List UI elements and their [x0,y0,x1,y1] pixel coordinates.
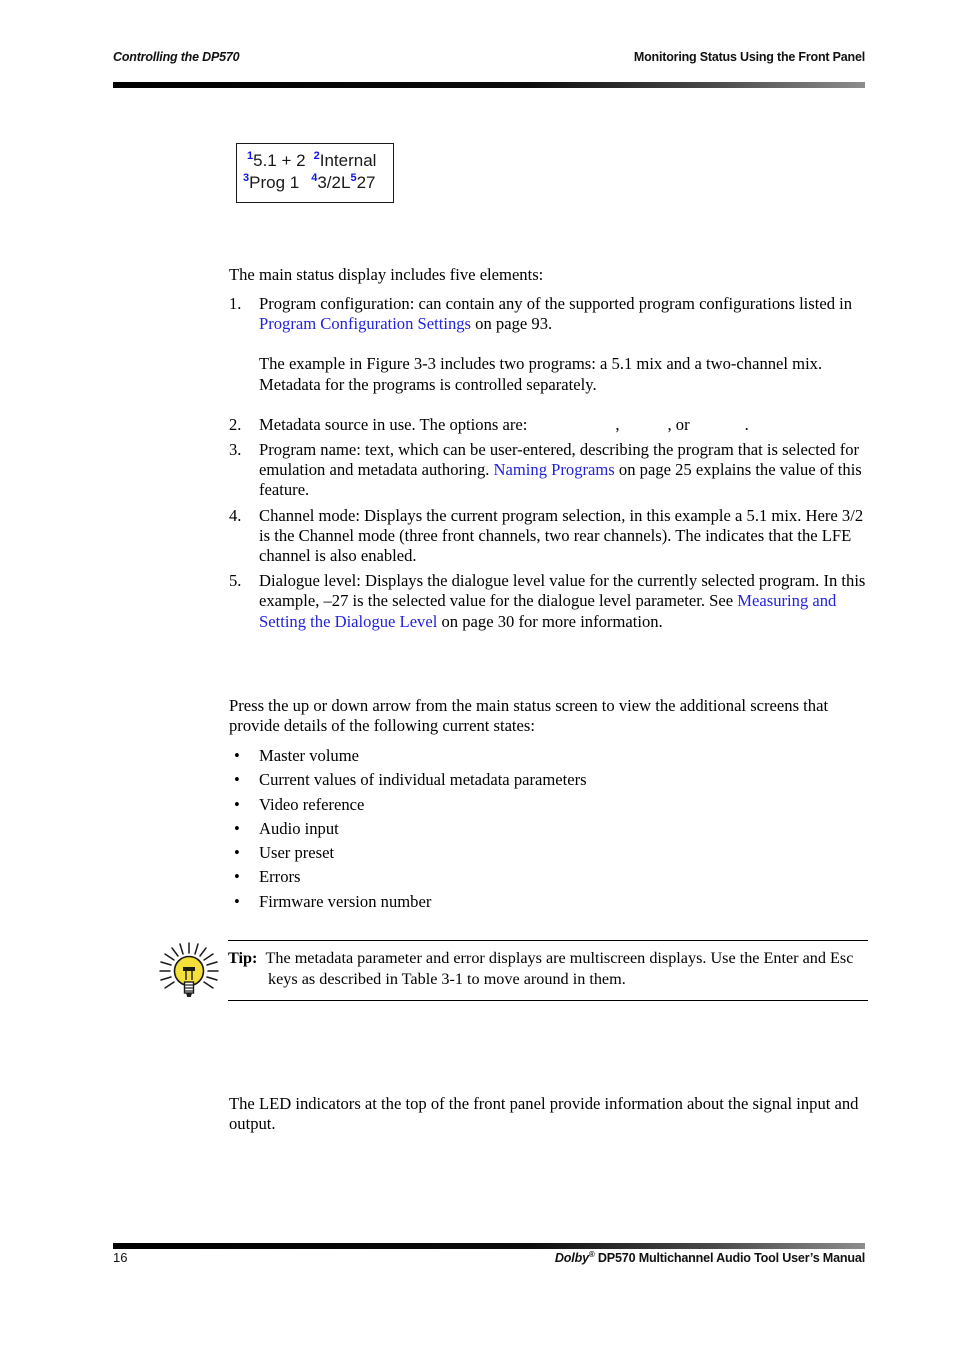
list-item-4: 4. Channel mode: Displays the current pro… [229,506,874,567]
list-item-2-separator-2: , or [667,414,690,434]
lcd-dialogue-level: 27 [356,173,376,192]
section-heading-additional-screens [229,648,874,670]
running-head: Controlling the DP570 Monitoring Status … [113,50,865,70]
footer-rule [113,1243,865,1249]
lcd-metadata-source: Internal [319,151,377,170]
lcd-line-1: 15.1 + 2 2Internal [247,151,376,171]
tip-callout: Tip: The metadata parameter and error di… [156,938,868,1006]
list-item-1-number: 1. [229,294,242,313]
bullet-icon: • [234,843,240,863]
running-head-left: Controlling the DP570 [113,50,240,64]
states-bullet-list: • Master volume • Current values of indivi… [229,744,729,914]
link-program-configuration-settings[interactable]: Program Configuration Settings [259,314,471,333]
list-item-5-number: 5. [229,571,242,591]
list-item: • Current values of individual metadata p… [229,768,729,792]
tip-text-block: Tip: The metadata parameter and error di… [228,948,864,990]
list-item: • Master volume [229,744,729,768]
led-indicators-paragraph: The LED indicators at the top of the fro… [229,1094,859,1134]
figure-main-status-display: 15.1 + 2 2Internal 3Prog 1 43/2L527 [236,143,394,203]
bullet-icon: • [234,746,240,765]
list-item-3-number: 3. [229,440,242,460]
section-heading-led-indicators [229,1040,874,1062]
footer-title: Dolby® DP570 Multichannel Audio Tool Use… [554,1251,865,1266]
lightbulb-icon [156,940,222,1002]
bullet-label: Master volume [259,746,360,765]
list-item: • Firmware version number [229,890,729,914]
bullet-icon: • [234,794,240,814]
running-head-right: Monitoring Status Using the Front Panel [633,50,865,64]
tip-rule-top [228,940,868,942]
list-item-5-text-after: on page 30 for more information. [437,611,663,631]
lead-in-paragraph: The main status display includes five el… [229,265,544,284]
list-item-1-text-after: on page 93. [471,314,553,334]
document-page: Controlling the DP570 Monitoring Status … [0,0,954,1350]
list-item: • Errors [229,865,729,889]
list-item-5: 5. Dialogue level: Displays the dialogue … [229,571,874,632]
list-item-4-number: 4. [229,505,242,525]
list-item-2-separator-1: , [615,414,620,434]
footer-title-text: DP570 Multichannel Audio Tool User’s Man… [594,1251,865,1265]
tip-label: Tip: [228,949,258,967]
lcd-program-name: Prog 1 [249,173,300,192]
list-item-2-number: 2. [229,414,242,434]
bullet-icon: • [234,818,240,838]
bullet-label: Firmware version number [259,891,432,911]
tip-body: Tip: The metadata parameter and error di… [228,948,864,990]
page-footer: 16 Dolby® DP570 Multichannel Audio Tool … [113,1250,865,1270]
header-rule [113,82,865,88]
list-item: • User preset [229,841,729,865]
footer-brand: Dolby [554,1251,589,1265]
bullet-icon: • [234,891,240,911]
bullet-label: Audio input [259,818,339,838]
list-item-1-subparagraph: The example in Figure 3-3 includes two p… [259,354,823,394]
list-item-1: 1. Program configuration: can contain any… [229,294,874,334]
bullet-icon: • [234,867,240,887]
list-item-1-text-before: Program configuration: can contain any o… [259,294,853,313]
bullet-icon: • [234,770,240,790]
bullet-label: Current values of individual metadata pa… [259,770,587,790]
bullet-label: Errors [259,867,301,887]
bullet-label: Video reference [259,794,365,814]
lcd-line-2: 3Prog 1 43/2L527 [243,173,375,193]
link-naming-programs[interactable]: Naming Programs [494,460,615,479]
list-item-2-terminator: . [744,414,749,434]
tip-text: The metadata parameter and error display… [265,949,854,988]
page-number: 16 [113,1250,128,1265]
additional-screens-paragraph: Press the up or down arrow from the main… [229,696,829,736]
tip-rule-bottom [228,1000,868,1002]
list-item-2-text: Metadata source in use. The options are: [259,414,528,434]
list-item: • Video reference [229,793,729,817]
lcd-channel-mode: 3/2L [317,173,351,192]
list-item-3: 3. Program name: text, which can be user-… [229,440,874,501]
lcd-program-config: 5.1 + 2 [253,151,306,170]
list-item: • Audio input [229,817,729,841]
list-item-2: 2. Metadata source in use. The options ar… [229,415,874,435]
numbered-list: 1. Program configuration: can contain any… [229,294,874,632]
bullet-label: User preset [259,843,335,863]
